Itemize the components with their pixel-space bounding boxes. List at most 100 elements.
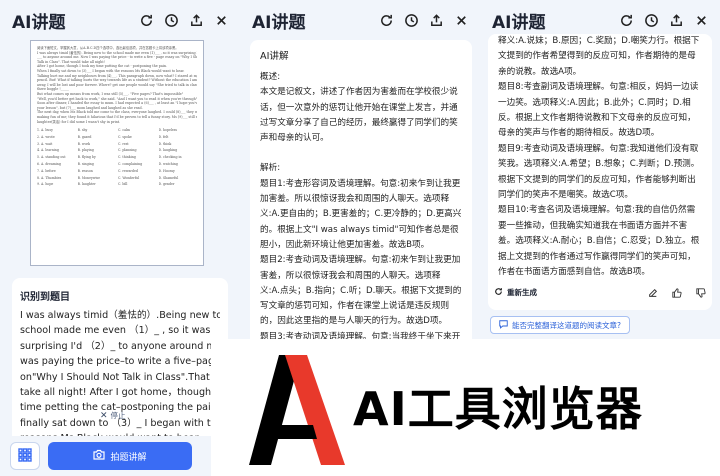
close-icon[interactable] <box>452 11 470 29</box>
header: AI讲题 <box>0 0 240 40</box>
brand-logo <box>249 355 345 465</box>
explanation-line <box>260 146 462 161</box>
answer-line: 题目10:考查名词及语境理解。句意:我的自信仍然需 <box>498 205 696 216</box>
header-actions <box>377 11 470 29</box>
explanation-line: 害羞，所以很惊讶我会和周围的人聊天。选项释 <box>260 270 441 281</box>
recognized-line: school made me even （1）_ , so it was <box>20 325 211 337</box>
explanation-line: 加害羞。所以很惊讶我会和周围的人聊天。选项释 <box>260 194 450 205</box>
screen-left: AI讲题 阅读下面短文，掌握其大意，从A.B.C.D四个选项中，选出最佳选项，并… <box>0 0 240 476</box>
regenerate-button[interactable]: 重新生成 <box>494 287 648 298</box>
answer-line: 同学们的笑声不是嘲笑。故选C项。 <box>498 190 633 201</box>
worksheet-option: B. flying by <box>77 155 96 160</box>
stop-label: 停止 <box>110 411 126 420</box>
recognized-line: I was always timid（羞怯的）.Being new to the <box>20 310 220 321</box>
refresh-icon[interactable] <box>137 11 155 29</box>
header-actions <box>617 11 710 29</box>
history-icon[interactable] <box>162 11 180 29</box>
explanation-line: 题目2:考查动词及语境理解。句意:初来乍到让我更加 <box>260 255 461 266</box>
recognized-text: I was always timid（羞怯的）.Being new to the… <box>20 308 220 447</box>
answer-line: 母亲的笑声与作者的期待相反。故选D项。 <box>498 128 660 139</box>
regenerate-label: 重新生成 <box>507 287 537 297</box>
answer-line: 一边笑。选项释义:A.因此；B.此外；C.同时；D.相 <box>498 97 691 108</box>
suggested-question-chip[interactable]: 能否完整翻译这道题的阅读文章? <box>490 316 630 334</box>
explanation-line: 的。根据上文"I was always timid"可知作者总是很 <box>260 224 459 235</box>
worksheet-option: B. Moneywise <box>77 175 101 180</box>
app-title: AI讲题 <box>492 12 546 33</box>
grid-button[interactable] <box>10 442 40 470</box>
worksheet-text: 阅读下面短文，掌握其大意，从A.B.C.D四个选项中，选出最佳选项，并在答题卡上… <box>37 46 197 124</box>
worksheet-line: When I finally sat down to (3)___ I bega… <box>37 68 185 73</box>
stop-button[interactable]: ✕ 停止 <box>100 410 126 421</box>
photo-explain-label: 拍题讲解 <box>110 452 147 463</box>
watermark-text: AI工具浏览器 <box>353 382 643 436</box>
worksheet-line: 阅读下面短文，掌握其大意，从A.B.C.D四个选项中，选出最佳选项，并在答题卡上… <box>37 46 179 50</box>
history-icon[interactable] <box>402 11 420 29</box>
worksheet-option: B. shy <box>77 128 88 133</box>
answer-line: 亲的说教。故选A项。 <box>498 66 582 77</box>
answer-line: 笑我。选项释义:A.希望；B.想象；C.判断；D.预测。 <box>498 159 700 170</box>
worksheet-option: 3. A. wait <box>37 141 53 146</box>
worksheet-option: C. rest <box>118 141 129 146</box>
answer-line: 释义:A.说妹；B.原因；C.奖励；D.嘲笑力行。根据下 <box>498 36 700 46</box>
explanation-line: 义:A.点头；B.指向；C.听；D.聊天。根据下文提到的 <box>260 285 462 296</box>
recognized-line: surprising I'd （2）_ to anyone around me. <box>20 340 220 352</box>
edit-icon[interactable] <box>648 283 658 302</box>
explanation-line: 胆小，因此新环境让他更加害羞。故选B项。 <box>260 239 430 250</box>
worksheet-option: B. work <box>77 141 90 146</box>
worksheet-option: C. rewarded <box>118 168 138 173</box>
refresh-icon[interactable] <box>617 11 635 29</box>
answer-line: 作者在书面语方面感到自信。故选B项。 <box>498 267 650 278</box>
close-icon[interactable] <box>212 11 230 29</box>
explanation-line: 义:A.更自由的；B.更害羞的；C.更冷静的；D.更高兴 <box>260 209 462 220</box>
grid-icon <box>18 447 32 466</box>
ai-answer-text: 释义:A.说妹；B.原因；C.奖励；D.嘲笑力行。根据下 文提到的作者希望得到的反… <box>498 34 702 281</box>
answer-line: 反。根据上文作者期待说教和下文母亲的反应可知， <box>498 113 696 124</box>
header-actions <box>137 11 230 29</box>
worksheet-option: C. planning <box>118 148 137 153</box>
refresh-icon[interactable] <box>377 11 395 29</box>
worksheet-option: D. checking in <box>158 155 182 160</box>
recognized-line: was paying the price–to write a five–pag… <box>20 356 220 368</box>
worksheet-option: 2. A. wrote <box>37 134 55 139</box>
worksheet-option: 9. A. hope <box>37 182 54 187</box>
explanation-line: 本文是记叙文，讲述了作者因为害羞而在学校很少说 <box>260 87 458 98</box>
share-icon[interactable] <box>427 11 445 29</box>
worksheet-option: B. reason <box>77 168 93 173</box>
worksheet-line: making fun of me; they found it hilariou… <box>37 114 197 119</box>
thumbs-down-icon[interactable] <box>696 283 706 302</box>
worksheet-option: C. spoke <box>118 134 132 139</box>
worksheet-option: D. think <box>158 141 172 146</box>
close-icon[interactable] <box>692 11 710 29</box>
worksheet-option: 6. A. dreaming <box>37 162 61 167</box>
worksheet-option: D. watching <box>158 162 178 167</box>
worksheet-option: 5. A. standing out <box>37 155 66 160</box>
answer-line: 题目9:考查动词及语境理解。句意:我知道他们没有取 <box>498 143 699 154</box>
worksheet-option: D. laughing <box>158 148 178 153</box>
worksheet-option: D. Hooray <box>158 168 175 173</box>
explanation-line: 过写文章分享了自己的经历，最终赢得了同学们的笑 <box>260 117 458 128</box>
thumbs-up-icon[interactable] <box>672 283 682 302</box>
worksheet-line: But what comes up means from work, I was… <box>37 91 184 96</box>
worksheet-option: C. thinking <box>118 155 136 160</box>
recognized-line: on"Why I Should Not Talk in Class".That … <box>20 371 220 383</box>
worksheet-option: D. hopeless <box>158 128 178 133</box>
app-title: AI讲题 <box>252 12 306 33</box>
answer-line: 根据下文提到的同学们的反应可知，作者能够判断出 <box>498 174 696 185</box>
worksheet-option: C. Wonderful <box>118 175 140 180</box>
chat-icon <box>499 319 508 331</box>
explanation-line: 概述: <box>260 72 281 82</box>
answer-line: 要一些推动，但我确实知道我在书面语方面并不害 <box>498 220 688 231</box>
answer-line: 羞。选项释义:A.耐心；B.自信；C.忍受；D.独立。根 <box>498 236 700 247</box>
worksheet-option: D. felt <box>158 134 169 139</box>
explanation-line: 的，因此这里指的是与人聊天的行为。故选D项。 <box>260 316 448 327</box>
share-icon[interactable] <box>667 11 685 29</box>
explanation-line: 声和母亲的认可。 <box>260 133 329 144</box>
history-icon[interactable] <box>642 11 660 29</box>
share-icon[interactable] <box>187 11 205 29</box>
photo-explain-button[interactable]: 拍题讲解 <box>48 442 192 470</box>
worksheet-option: B. playing <box>77 148 94 153</box>
recognized-title: 识别到题目 <box>20 292 70 303</box>
recognized-line: take all night! After I got home，though.… <box>20 387 220 399</box>
worksheet-photo: 阅读下面短文，掌握其大意，从A.B.C.D四个选项中，选出最佳选项，并在答题卡上… <box>30 40 204 266</box>
stop-icon: ✕ <box>100 410 108 421</box>
